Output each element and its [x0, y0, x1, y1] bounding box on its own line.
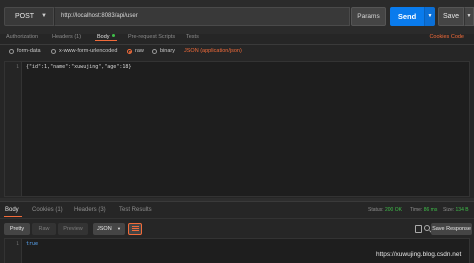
- form-data-label[interactable]: form-data: [17, 48, 41, 55]
- pretty-button[interactable]: Pretty: [4, 223, 30, 235]
- time-value: 86 ms: [423, 207, 438, 213]
- response-tab-cookies[interactable]: Cookies (1): [32, 207, 63, 214]
- wrap-lines-icon: [131, 226, 139, 227]
- time-readout: Time: 86 ms: [410, 207, 437, 214]
- response-tab-headers[interactable]: Headers (3): [74, 207, 106, 214]
- cookies-link[interactable]: Cookies: [429, 34, 449, 40]
- body-type-selector: form-data x-www-form-urlencoded raw bina…: [0, 45, 474, 59]
- content-type-select[interactable]: JSON (application/json): [184, 48, 242, 55]
- size-label: Size:: [443, 207, 455, 213]
- chevron-down-icon: ▼: [117, 226, 121, 231]
- tab-authorization[interactable]: Authorization: [6, 34, 38, 41]
- form-data-radio[interactable]: [9, 49, 14, 54]
- wrap-lines-button[interactable]: [128, 223, 142, 235]
- tab-prerequest-scripts[interactable]: Pre-request Scripts: [128, 34, 175, 41]
- copy-icon[interactable]: [415, 225, 422, 233]
- status-readout: Status: 200 OK: [368, 207, 402, 214]
- request-body-editor[interactable]: 1 {"id":1,"name":"xuwujing","age":18}: [4, 61, 470, 197]
- code-link[interactable]: Code: [451, 34, 464, 40]
- urlencoded-radio[interactable]: [51, 49, 56, 54]
- line-gutter: 1: [5, 62, 22, 196]
- line-number: 1: [16, 242, 19, 247]
- request-bar: POST ▼ http://localhost:8083/api/user Pa…: [0, 0, 474, 34]
- save-options-chevron-icon[interactable]: ▼: [464, 7, 474, 26]
- url-input[interactable]: http://localhost:8083/api/user: [54, 7, 350, 26]
- save-button[interactable]: Save: [438, 7, 464, 26]
- body-indicator-dot: [111, 34, 115, 37]
- binary-radio[interactable]: [152, 49, 157, 54]
- binary-label[interactable]: binary: [160, 48, 175, 55]
- send-button[interactable]: Send: [390, 7, 424, 26]
- response-tab-body[interactable]: Body: [5, 207, 19, 214]
- divider: [0, 218, 474, 219]
- tab-headers[interactable]: Headers (1): [52, 34, 81, 41]
- preview-button[interactable]: Preview: [58, 223, 88, 235]
- line-gutter: 1: [5, 239, 22, 263]
- request-body-code[interactable]: {"id":1,"name":"xuwujing","age":18}: [26, 64, 131, 71]
- raw-button[interactable]: Raw: [32, 223, 56, 235]
- request-tabs: Authorization Headers (1) Body Pre-reque…: [0, 34, 474, 44]
- chevron-down-icon: ▼: [41, 13, 47, 19]
- response-body-code: true: [26, 241, 39, 247]
- params-button[interactable]: Params: [351, 7, 386, 26]
- size-value: 134 B: [455, 207, 469, 213]
- tab-tests[interactable]: Tests: [186, 34, 199, 41]
- divider: [0, 201, 474, 202]
- urlencoded-label[interactable]: x-www-form-urlencoded: [59, 48, 117, 55]
- watermark: https://xuwujing.blog.csdn.net: [376, 251, 462, 258]
- save-response-button[interactable]: Save Response: [431, 223, 472, 235]
- raw-label[interactable]: raw: [135, 48, 144, 55]
- response-tab-test-results[interactable]: Test Results: [119, 207, 152, 214]
- raw-radio[interactable]: [127, 49, 132, 54]
- line-number: 1: [16, 65, 19, 70]
- active-response-tab-indicator: [4, 216, 22, 217]
- send-options-chevron-icon[interactable]: ▼: [424, 7, 435, 26]
- status-label: Status:: [368, 207, 384, 213]
- status-value: 200 OK: [384, 207, 402, 213]
- time-label: Time:: [410, 207, 423, 213]
- size-readout: Size: 134 B: [443, 207, 469, 214]
- search-icon[interactable]: [424, 225, 430, 231]
- format-select[interactable]: JSON ▼: [93, 223, 125, 235]
- cookies-code-links: Cookies Code: [429, 34, 464, 41]
- method-select[interactable]: POST ▼: [4, 7, 54, 26]
- method-label: POST: [15, 13, 35, 20]
- format-label: JSON: [97, 226, 112, 232]
- active-tab-indicator: [95, 40, 117, 41]
